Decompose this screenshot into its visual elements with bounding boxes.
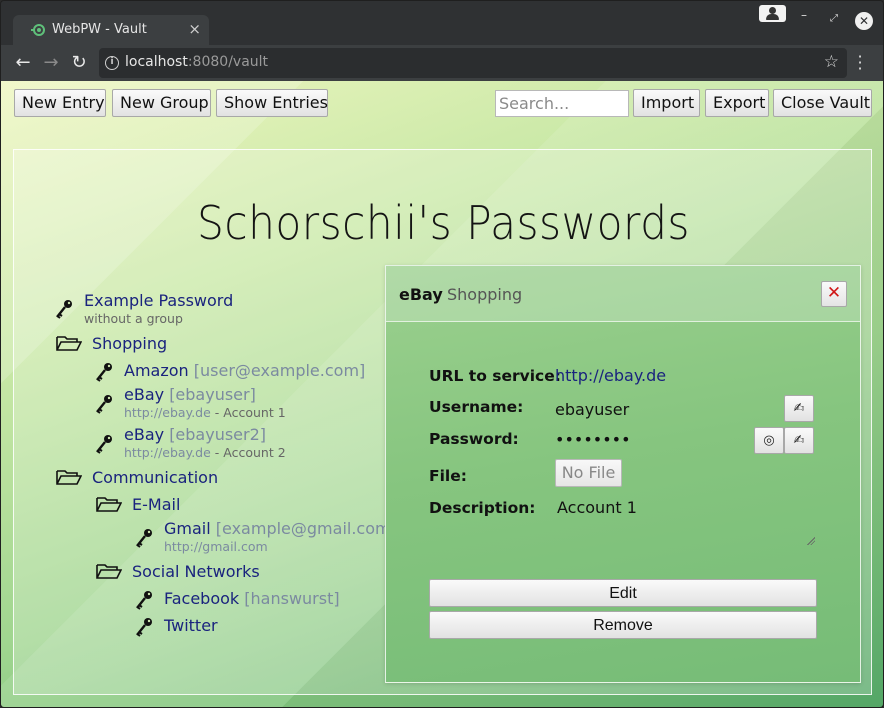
folder-icon [96, 497, 122, 512]
address-url: localhost:8080/vault [125, 54, 269, 70]
username-label: Username: [429, 398, 524, 416]
tree-group-shopping[interactable]: Shopping [92, 334, 167, 353]
key-icon [56, 300, 72, 319]
export-button[interactable]: Export [705, 89, 769, 117]
copy-icon: ✍ [793, 401, 805, 416]
tab-close-icon[interactable]: × [188, 20, 201, 38]
key-icon [96, 435, 112, 454]
bookmark-star-icon[interactable]: ☆ [824, 52, 839, 72]
description-label: Description: [429, 499, 536, 517]
url-label: URL to service: [429, 367, 561, 385]
tree-entry-facebook[interactable]: Facebook [hanswurst] [164, 589, 340, 608]
remove-button[interactable]: Remove [429, 611, 817, 639]
tree-entry-twitter[interactable]: Twitter [164, 616, 218, 635]
password-value: •••••••• [555, 430, 631, 449]
browser-window: WebPW - Vault × – ⤢ ✕ ← → ↻ i localhost:… [0, 0, 884, 708]
key-icon [136, 529, 152, 548]
profile-icon[interactable] [759, 5, 786, 22]
folder-icon [56, 470, 82, 485]
description-value: Account 1 [557, 498, 637, 517]
browser-titlebar: WebPW - Vault × – ⤢ ✕ [1, 1, 883, 45]
folder-icon [56, 336, 82, 351]
show-password-button[interactable]: ◎ [754, 427, 784, 454]
eye-icon: ◎ [763, 433, 775, 448]
browser-tab[interactable]: WebPW - Vault × [13, 15, 209, 45]
key-icon [96, 395, 112, 414]
page-title: Schorschii's Passwords [197, 196, 690, 250]
description-textarea[interactable]: Account 1 [554, 496, 816, 546]
folder-icon [96, 564, 122, 579]
maximize-icon[interactable]: ⤢ [830, 13, 838, 25]
menu-kebab-icon[interactable]: · · · [853, 49, 867, 77]
new-entry-button[interactable]: New Entry [14, 89, 106, 117]
show-entries-button[interactable]: Show Entries [216, 89, 328, 117]
new-group-button[interactable]: New Group [112, 89, 211, 117]
username-value: ebayuser [555, 400, 630, 419]
tree-group-social-networks[interactable]: Social Networks [132, 562, 260, 581]
dialog-close-button[interactable]: ✕ [821, 281, 847, 307]
password-label: Password: [429, 430, 519, 448]
no-file-button: No File [555, 459, 622, 487]
reload-icon[interactable]: ↻ [67, 51, 91, 75]
webpw-favicon-icon [31, 24, 45, 36]
info-icon[interactable]: i [105, 56, 119, 70]
import-button[interactable]: Import [633, 89, 700, 117]
copy-username-button[interactable]: ✍ [784, 395, 814, 422]
dialog-header: eBay Shopping ✕ [386, 266, 860, 322]
tab-title: WebPW - Vault [52, 22, 147, 37]
tree-entry-example-password[interactable]: Example Password without a group [84, 291, 233, 326]
entry-detail-dialog: eBay Shopping ✕ URL to service: http://e… [385, 265, 861, 683]
dialog-entry-group: Shopping [447, 285, 523, 304]
page-content: New Entry New Group Show Entries Import … [1, 81, 883, 707]
tree-entry-ebay-2[interactable]: eBay [ebayuser2] http://ebay.de - Accoun… [124, 425, 286, 460]
tree-entry-gmail[interactable]: Gmail [example@gmail.com] http://gmail.c… [164, 519, 397, 554]
key-icon [136, 591, 152, 610]
search-input[interactable] [495, 90, 629, 117]
window-close-icon[interactable]: ✕ [855, 12, 873, 30]
dialog-entry-name: eBay [399, 285, 443, 304]
address-bar[interactable]: i localhost:8080/vault ☆ [99, 48, 847, 78]
tree-group-email[interactable]: E-Mail [132, 495, 180, 514]
minimize-icon[interactable]: – [801, 9, 807, 21]
key-icon [136, 618, 152, 637]
url-link[interactable]: http://ebay.de [555, 366, 666, 385]
copy-password-button[interactable]: ✍ [784, 427, 814, 454]
tree-entry-amazon[interactable]: Amazon [user@example.com] [124, 361, 365, 380]
copy-icon: ✍ [793, 433, 805, 448]
edit-button[interactable]: Edit [429, 579, 817, 607]
back-arrow-icon[interactable]: ← [11, 51, 35, 75]
tree-entry-ebay-1[interactable]: eBay [ebayuser] http://ebay.de - Account… [124, 385, 286, 420]
file-label: File: [429, 467, 467, 485]
browser-toolbar: ← → ↻ i localhost:8080/vault ☆ · · · [1, 45, 883, 81]
close-vault-button[interactable]: Close Vault [773, 89, 872, 117]
forward-arrow-icon[interactable]: → [39, 51, 63, 75]
tree-group-communication[interactable]: Communication [92, 468, 218, 487]
resize-grip-icon[interactable] [807, 537, 815, 545]
key-icon [96, 363, 112, 382]
